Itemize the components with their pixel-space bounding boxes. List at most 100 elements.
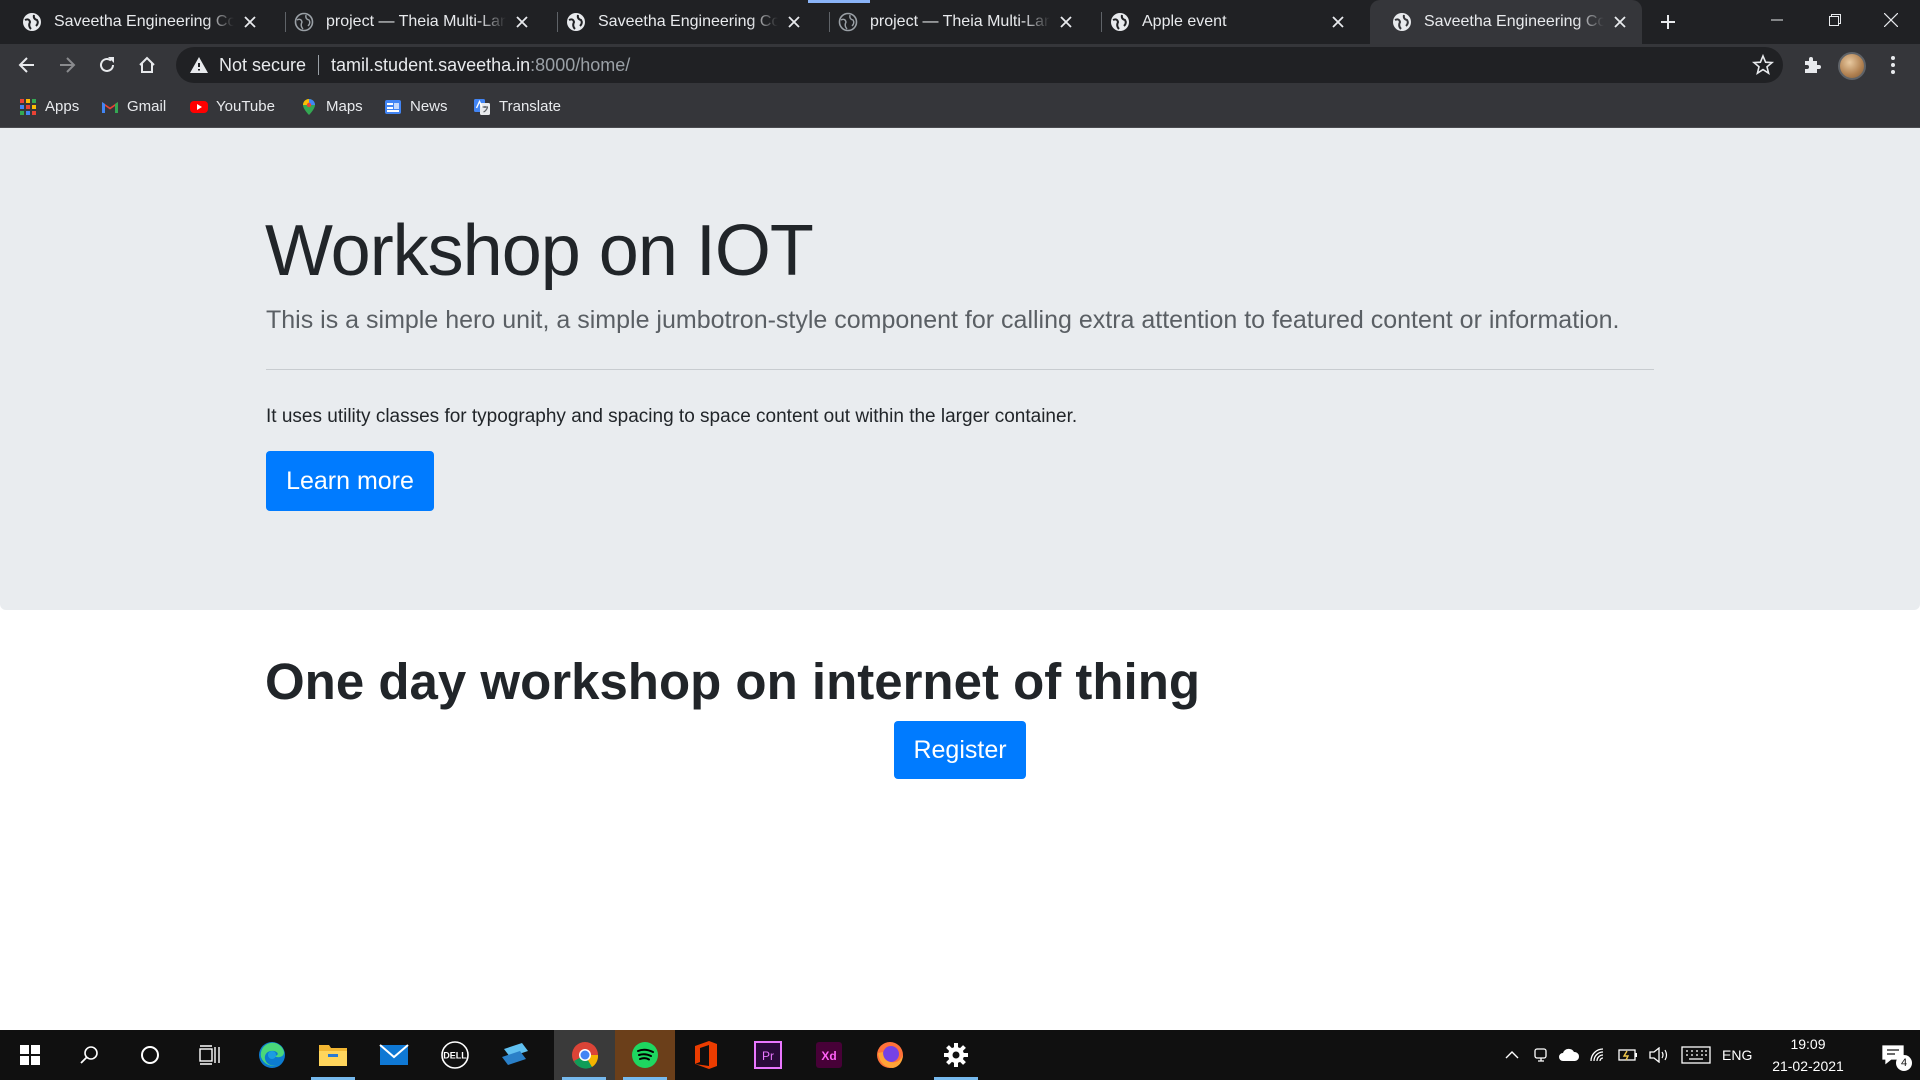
bookmark-translate[interactable]: Translate xyxy=(473,86,561,127)
tab-title: Saveetha Engineering College xyxy=(54,13,234,30)
cortana-icon xyxy=(141,1046,159,1064)
browser-tab-3[interactable]: Saveetha Engineering College xyxy=(544,0,816,44)
close-tab-icon[interactable] xyxy=(510,10,534,34)
forward-button[interactable] xyxy=(51,49,83,81)
taskbar-folder-app[interactable] xyxy=(485,1030,545,1080)
battery-charging-icon xyxy=(1618,1049,1637,1061)
clock-time: 19:09 xyxy=(1790,1036,1826,1052)
bookmark-star-icon[interactable] xyxy=(1751,53,1775,77)
close-tab-icon[interactable] xyxy=(1054,10,1078,34)
close-tab-icon[interactable] xyxy=(238,10,262,34)
extensions-button[interactable] xyxy=(1796,49,1828,81)
close-tab-icon[interactable] xyxy=(1608,10,1632,34)
tab-title: project — Theia Multi-Language xyxy=(870,13,1050,30)
tray-touch-keyboard[interactable] xyxy=(1678,1030,1714,1080)
tab-title: Saveetha Engineering College xyxy=(598,13,778,30)
address-bar[interactable]: Not secure tamil.student.saveetha.in:800… xyxy=(176,47,1783,83)
taskbar-office[interactable] xyxy=(676,1030,736,1080)
forward-arrow-icon xyxy=(60,57,76,73)
tab-strip: Saveetha Engineering College project — T… xyxy=(0,0,1920,44)
task-view-icon xyxy=(199,1045,220,1065)
app-window-icon xyxy=(502,1043,528,1065)
edge-icon xyxy=(259,1042,285,1068)
browser-tab-6-active[interactable]: Saveetha Engineering College xyxy=(1370,0,1642,44)
tray-onedrive[interactable] xyxy=(1556,1030,1582,1080)
globe-icon xyxy=(294,12,314,32)
windows-logo-icon xyxy=(20,1045,40,1065)
close-tab-icon[interactable] xyxy=(782,10,806,34)
camera-icon xyxy=(1534,1048,1547,1062)
folder-icon xyxy=(319,1045,347,1066)
action-center-button[interactable]: 4 xyxy=(1866,1030,1920,1080)
jumbotron-heading: Workshop on IOT xyxy=(265,211,814,291)
bookmark-youtube[interactable]: YouTube xyxy=(190,86,275,127)
kebab-menu-icon xyxy=(1891,56,1895,74)
new-tab-button[interactable] xyxy=(1654,8,1682,36)
back-button[interactable] xyxy=(11,49,43,81)
browser-tab-5[interactable]: Apple event xyxy=(1088,0,1360,44)
browser-tab-1[interactable]: Saveetha Engineering College xyxy=(0,0,272,44)
spotify-icon xyxy=(632,1042,658,1068)
bookmark-news[interactable]: News xyxy=(384,86,448,127)
taskbar-chrome[interactable] xyxy=(554,1030,615,1080)
restore-button[interactable] xyxy=(1806,0,1864,40)
web-page: Workshop on IOT This is a simple hero un… xyxy=(0,128,1920,1030)
taskbar-adobe-xd[interactable]: Xd xyxy=(799,1030,859,1080)
url-host[interactable]: tamil.student.saveetha.in xyxy=(331,55,530,76)
bookmark-gmail[interactable]: Gmail xyxy=(101,86,166,127)
back-arrow-icon xyxy=(18,57,34,73)
taskbar-clock[interactable]: 19:09 21-02-2021 xyxy=(1760,1030,1856,1080)
profile-avatar[interactable] xyxy=(1838,52,1866,80)
bookmark-apps[interactable]: Apps xyxy=(19,86,79,127)
jumbotron-divider xyxy=(266,369,1654,370)
close-icon xyxy=(1884,13,1898,27)
taskbar-spotify[interactable] xyxy=(615,1030,675,1080)
bookmark-label: Apps xyxy=(45,98,80,115)
bookmark-maps[interactable]: Maps xyxy=(300,86,363,127)
bookmark-label: Gmail xyxy=(127,98,167,115)
svg-text:Xd: Xd xyxy=(821,1049,836,1063)
tray-wifi[interactable] xyxy=(1586,1030,1612,1080)
warning-triangle-icon[interactable] xyxy=(189,55,209,75)
svg-text:DELL: DELL xyxy=(443,1051,467,1061)
globe-icon xyxy=(567,13,585,31)
bookmark-label: News xyxy=(410,98,448,115)
reload-button[interactable] xyxy=(91,49,123,81)
browser-tab-4[interactable]: project — Theia Multi-Language xyxy=(816,0,1088,44)
taskbar-mail[interactable] xyxy=(364,1030,424,1080)
jumbotron-lead: This is a simple hero unit, a simple jum… xyxy=(266,306,1620,334)
input-language-indicator[interactable]: ENG xyxy=(1722,1030,1752,1080)
restore-icon xyxy=(1829,14,1841,26)
tray-volume[interactable] xyxy=(1646,1030,1672,1080)
tray-meet-now[interactable] xyxy=(1530,1030,1554,1080)
news-icon xyxy=(385,99,401,114)
minimize-button[interactable] xyxy=(1748,0,1806,40)
firefox-icon xyxy=(877,1042,903,1068)
adobe-xd-icon: Xd xyxy=(816,1042,842,1068)
search-button[interactable] xyxy=(59,1030,119,1080)
show-hidden-icons-button[interactable] xyxy=(1500,1030,1524,1080)
browser-tab-2[interactable]: project — Theia Multi-Language xyxy=(272,0,544,44)
close-window-button[interactable] xyxy=(1862,0,1920,40)
learn-more-button[interactable]: Learn more xyxy=(266,451,434,511)
browser-menu-button[interactable] xyxy=(1877,49,1909,81)
start-button[interactable] xyxy=(0,1030,60,1080)
url-path[interactable]: :8000/home/ xyxy=(530,55,630,76)
tab-title: project — Theia Multi-Language xyxy=(326,13,506,30)
chevron-up-icon xyxy=(1505,1051,1519,1059)
register-button[interactable]: Register xyxy=(894,721,1026,779)
tab-title: Apple event xyxy=(1142,13,1227,30)
close-tab-icon[interactable] xyxy=(1326,10,1350,34)
cortana-button[interactable] xyxy=(120,1030,180,1080)
task-view-button[interactable] xyxy=(180,1030,240,1080)
search-icon xyxy=(80,1046,98,1064)
taskbar-firefox[interactable] xyxy=(860,1030,920,1080)
taskbar-dell[interactable]: DELL xyxy=(425,1030,485,1080)
taskbar-file-explorer[interactable] xyxy=(303,1030,363,1080)
taskbar-premiere-pro[interactable]: Pr xyxy=(738,1030,798,1080)
tray-battery[interactable] xyxy=(1616,1030,1642,1080)
home-button[interactable] xyxy=(131,49,163,81)
taskbar-settings[interactable] xyxy=(926,1030,986,1080)
security-status-label[interactable]: Not secure xyxy=(219,55,306,76)
taskbar-edge[interactable] xyxy=(242,1030,302,1080)
